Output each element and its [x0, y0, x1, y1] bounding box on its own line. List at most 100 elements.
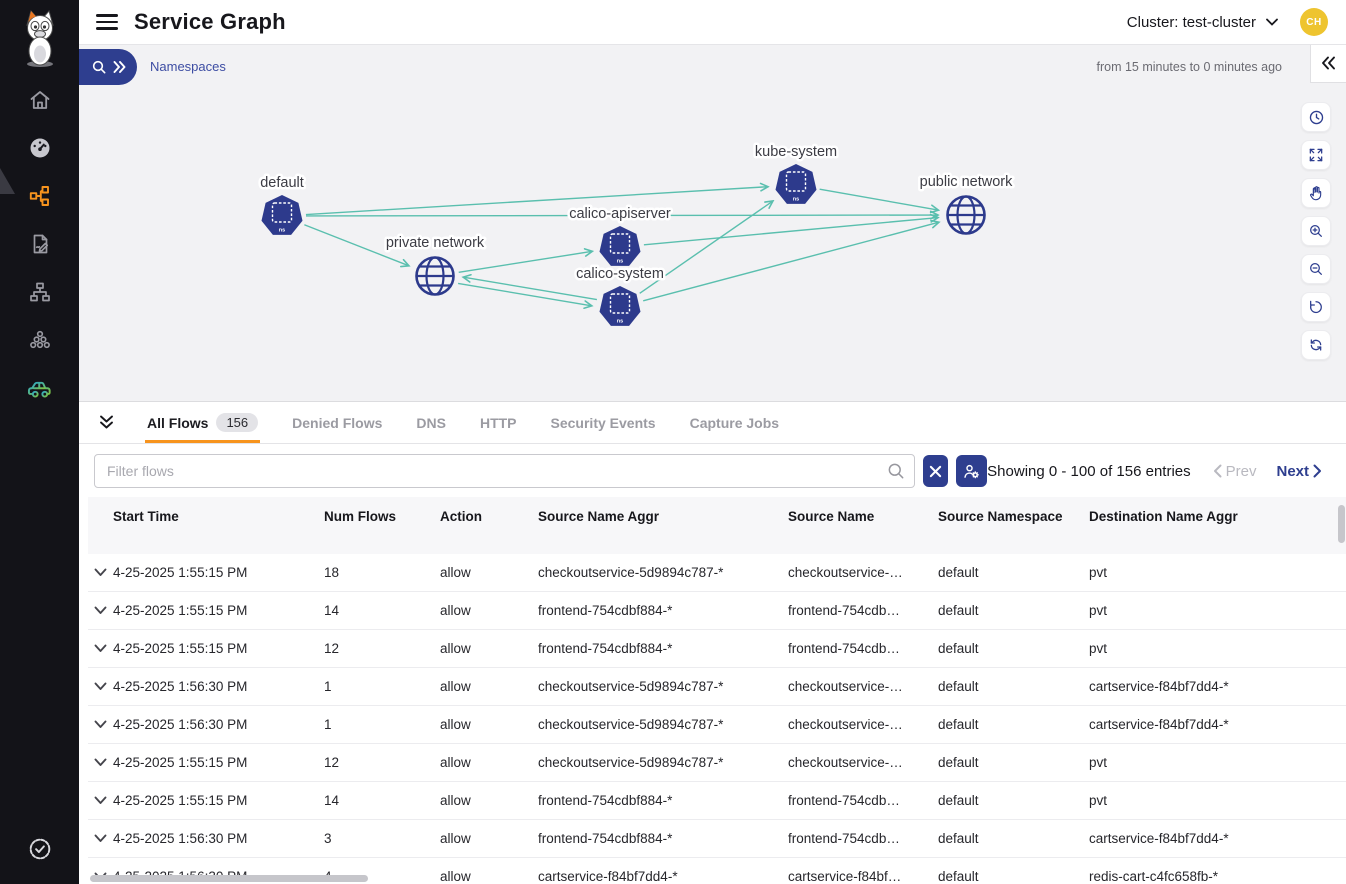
sidebar-item-vehicle[interactable] [27, 375, 53, 401]
refresh-button[interactable] [1301, 330, 1331, 360]
header-spacer [88, 497, 113, 509]
graph-search-pill[interactable] [79, 49, 137, 85]
hamburger-menu-icon[interactable] [96, 14, 118, 30]
graph-node-default[interactable]: nsdefault [260, 175, 304, 235]
cell-source-name: checkoutservice-… [788, 565, 938, 580]
col-start-time[interactable]: Start Time [113, 497, 324, 525]
cell-start-time: 4-25-2025 1:56:30 PM [113, 717, 324, 732]
cell-source-name-aggr: checkoutservice-5d9894c787-* [538, 717, 788, 732]
cell-source-name: checkoutservice-… [788, 755, 938, 770]
col-source-name[interactable]: Source Name [788, 497, 938, 525]
search-icon [91, 59, 107, 75]
cluster-selector[interactable]: Cluster: test-cluster [1127, 14, 1278, 31]
graph-edge [643, 222, 938, 300]
hand-pan-icon [1308, 185, 1324, 201]
chevron-down-icon [1266, 18, 1278, 26]
graph-node-calico-system[interactable]: nscalico-system [576, 266, 664, 326]
cell-dest-name-aggr: cartservice-f84bf7dd4-* [1089, 831, 1346, 846]
customize-columns-button[interactable] [956, 455, 987, 487]
prev-page-button[interactable]: Prev [1213, 463, 1257, 480]
tab-security-events[interactable]: Security Events [551, 402, 656, 443]
col-source-name-aggr[interactable]: Source Name Aggr [538, 497, 788, 525]
sidebar-item-home[interactable] [27, 87, 53, 113]
tab-http[interactable]: HTTP [480, 402, 517, 443]
tab-dns[interactable]: DNS [416, 402, 446, 443]
cell-dest-name-aggr: pvt [1089, 565, 1346, 580]
cell-source-namespace: default [938, 869, 1089, 884]
horizontal-scrollbar[interactable] [90, 875, 368, 882]
cell-num-flows: 1 [324, 717, 440, 732]
table-row[interactable]: 4-25-2025 1:55:15 PM18allowcheckoutservi… [88, 554, 1346, 592]
row-expand-chevron-icon[interactable] [88, 834, 113, 843]
home-icon [28, 88, 52, 112]
cell-action: allow [440, 869, 538, 884]
cell-num-flows: 18 [324, 565, 440, 580]
tab-all-flows[interactable]: All Flows 156 [147, 402, 258, 443]
row-expand-chevron-icon[interactable] [88, 644, 113, 653]
table-row[interactable]: 4-25-2025 1:55:15 PM12allowcheckoutservi… [88, 744, 1346, 782]
graph-edge [459, 251, 592, 272]
vertical-scrollbar[interactable] [1338, 505, 1345, 543]
compliance-badge-icon [27, 836, 53, 862]
cell-source-name-aggr: checkoutservice-5d9894c787-* [538, 565, 788, 580]
app-root: Service Graph Cluster: test-cluster CH n… [0, 0, 1346, 884]
clock-icon [1308, 109, 1325, 126]
sidebar-item-network-tree[interactable] [27, 279, 53, 305]
col-source-namespace[interactable]: Source Namespace [938, 497, 1089, 525]
cell-start-time: 4-25-2025 1:55:15 PM [113, 565, 324, 580]
cell-dest-name-aggr: cartservice-f84bf7dd4-* [1089, 679, 1346, 694]
filter-flows-input[interactable] [94, 454, 915, 488]
zoom-out-icon [1308, 261, 1324, 277]
zoom-out-button[interactable] [1301, 254, 1331, 284]
time-settings-button[interactable] [1301, 102, 1331, 132]
table-row[interactable]: 4-25-2025 1:56:30 PM1allowcheckoutservic… [88, 668, 1346, 706]
col-action[interactable]: Action [440, 497, 538, 525]
table-row[interactable]: 4-25-2025 1:56:30 PM1allowcheckoutservic… [88, 706, 1346, 744]
next-page-button[interactable]: Next [1276, 463, 1322, 480]
row-expand-chevron-icon[interactable] [88, 568, 113, 577]
graph-node-calico-apiserver[interactable]: nscalico-apiserver [569, 206, 671, 266]
graph-node-public-network[interactable]: public network [920, 174, 1013, 234]
tab-denied-flows[interactable]: Denied Flows [292, 402, 382, 443]
table-row[interactable]: 4-25-2025 1:55:15 PM14allowfrontend-754c… [88, 592, 1346, 630]
graph-node-label: default [260, 175, 304, 191]
reset-view-button[interactable] [1301, 292, 1331, 322]
row-expand-chevron-icon[interactable] [88, 796, 113, 805]
pan-button[interactable] [1301, 178, 1331, 208]
sidebar-item-policies[interactable] [27, 231, 53, 257]
row-expand-chevron-icon[interactable] [88, 682, 113, 691]
avatar[interactable]: CH [1300, 8, 1328, 36]
policy-document-icon [28, 232, 52, 256]
collapse-flows-panel-button[interactable] [95, 412, 117, 434]
table-row[interactable]: 4-25-2025 1:56:30 PM3allowfrontend-754cd… [88, 820, 1346, 858]
col-num-flows[interactable]: Num Flows [324, 497, 440, 525]
fit-to-screen-button[interactable] [1301, 140, 1331, 170]
sidebar-item-endpoints[interactable] [27, 327, 53, 353]
row-expand-chevron-icon[interactable] [88, 606, 113, 615]
sidebar-item-compliance[interactable] [27, 836, 53, 862]
table-row[interactable]: 4-25-2025 1:55:15 PM12allowfrontend-754c… [88, 630, 1346, 668]
breadcrumb[interactable]: Namespaces [150, 49, 226, 85]
collapse-right-panel-button[interactable] [1310, 44, 1346, 83]
row-expand-chevron-icon[interactable] [88, 758, 113, 767]
cell-source-name: frontend-754cdb… [788, 603, 938, 618]
table-header-row: Start Time Num Flows Action Source Name … [88, 497, 1346, 554]
zoom-in-button[interactable] [1301, 216, 1331, 246]
sidebar-item-service-graph[interactable] [27, 183, 53, 209]
dashboard-gauge-icon [28, 136, 52, 160]
graph-canvas[interactable]: nsdefaultprivate networknscalico-apiserv… [79, 44, 1346, 402]
row-expand-chevron-icon[interactable] [88, 720, 113, 729]
table-row[interactable]: 4-25-2025 1:55:15 PM14allowfrontend-754c… [88, 782, 1346, 820]
zoom-in-icon [1308, 223, 1324, 239]
clear-filter-button[interactable] [923, 455, 948, 487]
sidebar-item-dashboard[interactable] [27, 135, 53, 161]
cell-source-name-aggr: cartservice-f84bf7dd4-* [538, 869, 788, 884]
sidebar-nav [27, 87, 53, 401]
cell-source-namespace: default [938, 755, 1089, 770]
col-dest-name-aggr[interactable]: Destination Name Aggr [1089, 497, 1346, 525]
page-title: Service Graph [134, 9, 286, 35]
graph-node-kube-system[interactable]: nskube-system [755, 144, 837, 204]
cell-source-namespace: default [938, 603, 1089, 618]
active-item-notch [0, 168, 15, 194]
tab-capture-jobs[interactable]: Capture Jobs [690, 402, 779, 443]
